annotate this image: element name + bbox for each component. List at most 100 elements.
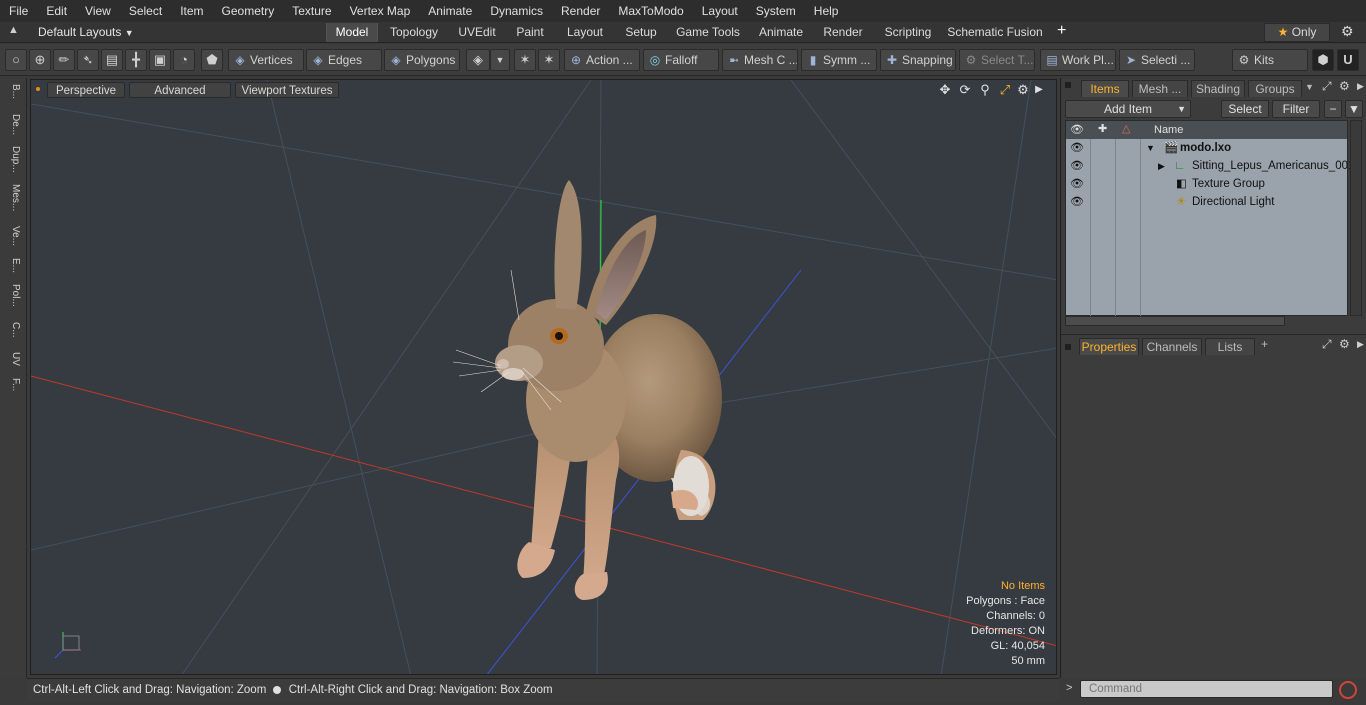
menu-texture[interactable]: Texture bbox=[283, 4, 340, 18]
menu-animate[interactable]: Animate bbox=[419, 4, 481, 18]
menu-system[interactable]: System bbox=[747, 4, 805, 18]
tab-channels[interactable]: Channels bbox=[1142, 338, 1202, 355]
item-list[interactable]: 👁 ✚ △ Name 👁 ▼ 🎬 modo.lxo 👁 ▶ ∟ Sitting_… bbox=[1065, 120, 1354, 317]
add-item-button[interactable]: Add Item ▼ bbox=[1065, 100, 1191, 118]
lasso-icon[interactable]: ➴ bbox=[77, 49, 99, 71]
unreal-icon[interactable]: U bbox=[1337, 49, 1359, 71]
falloff-button[interactable]: ◎ Falloff bbox=[643, 49, 719, 71]
tab-mesh[interactable]: Mesh ... bbox=[1132, 80, 1188, 97]
center-icon[interactable]: ╋ bbox=[125, 49, 147, 71]
menu-select[interactable]: Select bbox=[120, 4, 171, 18]
tab-lists[interactable]: Lists bbox=[1205, 338, 1255, 355]
menu-vertex-map[interactable]: Vertex Map bbox=[341, 4, 420, 18]
kits-button[interactable]: ⚙ Kits bbox=[1232, 49, 1308, 71]
tab-render[interactable]: Render bbox=[818, 23, 868, 42]
dial-icon[interactable]: ◔ bbox=[173, 49, 195, 71]
unity-icon[interactable]: ⬢ bbox=[1312, 49, 1334, 71]
palette-tab-edge[interactable]: E... bbox=[4, 258, 21, 273]
expand-triangle-icon[interactable]: ▶ bbox=[1158, 157, 1165, 175]
list-item[interactable]: 👁 ▼ 🎬 modo.lxo bbox=[1066, 139, 1347, 157]
tab-properties[interactable]: Properties bbox=[1079, 338, 1139, 355]
name-column-header[interactable]: Name bbox=[1154, 124, 1183, 136]
select-button[interactable]: Select bbox=[1221, 100, 1269, 118]
palette-tab-basic[interactable]: B... bbox=[4, 84, 21, 99]
pen-icon[interactable]: ✏ bbox=[53, 49, 75, 71]
visibility-column-icon[interactable]: 👁 bbox=[1070, 123, 1084, 136]
viewport-scene[interactable] bbox=[31, 80, 1057, 675]
render-column-icon[interactable]: △ bbox=[1122, 122, 1130, 135]
tab-paint[interactable]: Paint bbox=[509, 23, 551, 42]
layout-arrow-icon[interactable]: ▲ bbox=[8, 24, 19, 36]
shield-icon[interactable]: ⬟ bbox=[201, 49, 223, 71]
viewport-expand-arrow-icon[interactable]: ▶ bbox=[1031, 82, 1047, 98]
tab-game-tools[interactable]: Game Tools bbox=[672, 23, 744, 42]
action-center-button[interactable]: ⊕ Action ... bbox=[564, 49, 640, 71]
add-tab-icon[interactable]: + bbox=[1057, 22, 1066, 40]
list-item[interactable]: 👁 ☀ Directional Light bbox=[1066, 193, 1347, 211]
menu-layout[interactable]: Layout bbox=[693, 4, 747, 18]
tab-shading[interactable]: Shading bbox=[1191, 80, 1245, 97]
vertices-button[interactable]: ◈ Vertices bbox=[228, 49, 304, 71]
menu-file[interactable]: File bbox=[0, 4, 37, 18]
tabs-dropdown-icon[interactable]: ▼ bbox=[1305, 82, 1314, 92]
list-item[interactable]: 👁 ◧ Texture Group bbox=[1066, 175, 1347, 193]
advanced-button[interactable]: Advanced bbox=[129, 82, 231, 98]
mesh-constraint-button[interactable]: ➼ Mesh C ... bbox=[722, 49, 798, 71]
palette-tab-vertex[interactable]: Ve... bbox=[4, 226, 21, 246]
menu-geometry[interactable]: Geometry bbox=[213, 4, 284, 18]
menu-edit[interactable]: Edit bbox=[37, 4, 76, 18]
palette-tab-fusion[interactable]: F... bbox=[4, 378, 21, 391]
selection-sets-button[interactable]: ➤ Selecti ... bbox=[1119, 49, 1195, 71]
menu-help[interactable]: Help bbox=[805, 4, 848, 18]
menu-view[interactable]: View bbox=[76, 4, 120, 18]
properties-arrow-icon[interactable]: ▶ bbox=[1357, 339, 1364, 350]
properties-collapse-icon[interactable] bbox=[1065, 344, 1071, 350]
snapping-button[interactable]: ✚ Snapping bbox=[880, 49, 956, 71]
filter-funnel-icon[interactable]: ▼ bbox=[1345, 100, 1363, 118]
command-input[interactable]: Command bbox=[1080, 680, 1333, 698]
move-view-icon[interactable]: ✥ bbox=[937, 82, 953, 98]
tab-groups[interactable]: Groups bbox=[1248, 80, 1302, 97]
menu-dynamics[interactable]: Dynamics bbox=[481, 4, 552, 18]
item-list-hscroll[interactable] bbox=[1065, 316, 1285, 326]
panel-maximize-icon[interactable]: ⤢ bbox=[1322, 79, 1332, 94]
polygons-button[interactable]: ◈ Polygons bbox=[384, 49, 460, 71]
tab-topology[interactable]: Topology bbox=[383, 23, 445, 42]
tab-uvedit[interactable]: UVEdit bbox=[452, 23, 502, 42]
frame-icon[interactable]: ▣ bbox=[149, 49, 171, 71]
menu-render[interactable]: Render bbox=[552, 4, 609, 18]
command-record-icon[interactable] bbox=[1339, 681, 1357, 699]
zoom-view-icon[interactable]: ⚲ bbox=[977, 82, 993, 98]
default-layouts-dropdown[interactable]: Default Layouts ▼ bbox=[38, 25, 134, 39]
expand-triangle-icon[interactable]: ▼ bbox=[1146, 139, 1155, 157]
perspective-button[interactable]: Perspective bbox=[47, 82, 125, 98]
panel-arrow-icon[interactable]: ▶ bbox=[1357, 81, 1364, 92]
eye-icon[interactable]: 👁 bbox=[1068, 193, 1086, 211]
eye-icon[interactable]: 👁 bbox=[1068, 139, 1086, 157]
palette-tab-polygon[interactable]: Pol... bbox=[4, 284, 21, 307]
palette-tab-deform[interactable]: De... bbox=[4, 114, 21, 135]
component-b-icon[interactable]: ✶ bbox=[538, 49, 560, 71]
mode-dropdown-icon[interactable]: ▼ bbox=[490, 49, 510, 71]
3d-viewport[interactable]: Perspective Advanced Viewport Textures ✥… bbox=[30, 79, 1057, 675]
select-through-button[interactable]: ⚙ Select T... bbox=[959, 49, 1035, 71]
rotate-view-icon[interactable]: ⟳ bbox=[957, 82, 973, 98]
work-plane-button[interactable]: ▤ Work Pl... bbox=[1040, 49, 1116, 71]
align-icon[interactable]: ▤ bbox=[101, 49, 123, 71]
properties-maximize-icon[interactable]: ⤢ bbox=[1322, 337, 1332, 352]
gear-icon[interactable]: ⚙ bbox=[1341, 23, 1354, 40]
selection-circle-icon[interactable]: ○ bbox=[5, 49, 27, 71]
only-toggle[interactable]: ★ Only bbox=[1264, 23, 1330, 42]
list-item[interactable]: 👁 ▶ ∟ Sitting_Lepus_Americanus_001 bbox=[1066, 157, 1354, 175]
palette-tab-mesh-edit[interactable]: Mes... bbox=[4, 184, 21, 211]
eye-icon[interactable]: 👁 bbox=[1068, 157, 1086, 175]
collapse-all-icon[interactable]: − bbox=[1324, 100, 1342, 118]
lock-column-icon[interactable]: ✚ bbox=[1098, 122, 1107, 135]
palette-tab-uv[interactable]: UV bbox=[4, 352, 21, 366]
filter-button[interactable]: Filter bbox=[1272, 100, 1320, 118]
panel-collapse-icon[interactable] bbox=[1065, 82, 1071, 88]
viewport-textures-button[interactable]: Viewport Textures bbox=[235, 82, 339, 98]
tab-schematic-fusion[interactable]: Schematic Fusion bbox=[947, 23, 1043, 42]
globe-icon[interactable]: ⊕ bbox=[29, 49, 51, 71]
tab-animate[interactable]: Animate bbox=[754, 23, 808, 42]
